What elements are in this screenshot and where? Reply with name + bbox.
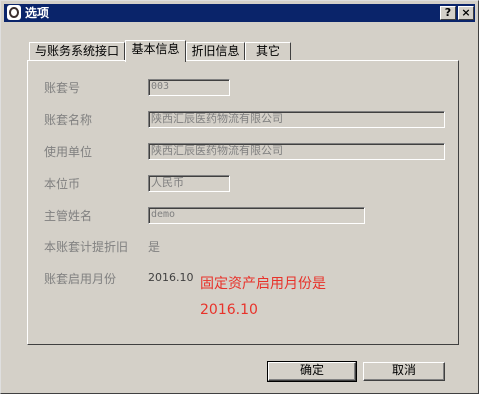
help-button[interactable]: ? (440, 6, 456, 20)
tab-depreciation-info[interactable]: 折旧信息 (186, 42, 245, 61)
depreciation-label: 本账套计提折旧 (44, 240, 129, 254)
supervisor-field: demo (148, 207, 365, 224)
account-name-label: 账套名称 (44, 113, 93, 127)
supervisor-label: 主管姓名 (44, 209, 93, 223)
currency-field: 人民币 (148, 175, 230, 192)
annotation-line-1: 固定资产启用月份是 (200, 276, 326, 292)
tab-basic-info[interactable]: 基本信息 (125, 40, 186, 62)
title-bar[interactable]: 选项 ? × (4, 4, 475, 22)
currency-label: 本位币 (44, 177, 81, 191)
account-name-field: 陕西汇辰医药物流有限公司 (148, 111, 445, 128)
dialog-title: 选项 (25, 6, 50, 20)
start-month-value: 2016.10 (148, 271, 194, 284)
app-icon (7, 5, 21, 20)
unit-label: 使用单位 (44, 145, 93, 159)
start-month-label: 账套启用月份 (44, 272, 117, 286)
tab-other[interactable]: 其它 (245, 42, 291, 61)
depreciation-value: 是 (148, 240, 161, 254)
account-code-label: 账套号 (44, 81, 81, 95)
close-button[interactable]: × (458, 6, 474, 20)
tab-ledger-interface[interactable]: 与账务系统接口 (29, 42, 125, 61)
basic-info-panel: 账套号 003 账套名称 陕西汇辰医药物流有限公司 使用单位 陕西汇辰医药物流有… (27, 60, 459, 345)
ok-button[interactable]: 确定 (267, 361, 357, 382)
unit-field: 陕西汇辰医药物流有限公司 (148, 143, 445, 160)
account-code-field: 003 (148, 79, 230, 96)
annotation-line-2: 2016.10 (200, 302, 258, 318)
cancel-button[interactable]: 取消 (363, 362, 445, 381)
options-dialog: 选项 ? × 与账务系统接口 基本信息 折旧信息 其它 账套号 003 账套名称… (0, 0, 479, 394)
